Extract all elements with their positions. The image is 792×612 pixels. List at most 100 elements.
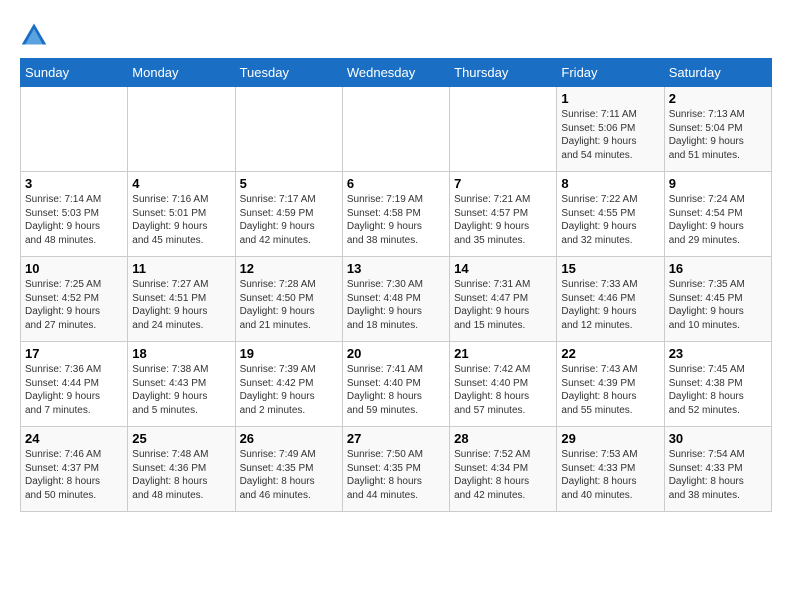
calendar-cell: 1Sunrise: 7:11 AM Sunset: 5:06 PM Daylig… — [557, 87, 664, 172]
calendar-cell: 21Sunrise: 7:42 AM Sunset: 4:40 PM Dayli… — [450, 342, 557, 427]
day-info: Sunrise: 7:19 AM Sunset: 4:58 PM Dayligh… — [347, 193, 445, 247]
day-info: Sunrise: 7:33 AM Sunset: 4:46 PM Dayligh… — [561, 278, 659, 332]
day-info: Sunrise: 7:48 AM Sunset: 4:36 PM Dayligh… — [132, 448, 230, 502]
day-info: Sunrise: 7:28 AM Sunset: 4:50 PM Dayligh… — [240, 278, 338, 332]
day-number: 20 — [347, 346, 445, 361]
calendar-cell: 15 Sunrise: 7:33 AM Sunset: 4:46 PM Dayli… — [557, 257, 664, 342]
calendar-cell: 8Sunrise: 7:22 AM Sunset: 4:55 PM Daylig… — [557, 172, 664, 257]
calendar-cell: 22 Sunrise: 7:43 AM Sunset: 4:39 PM Dayli… — [557, 342, 664, 427]
calendar-cell: 9 Sunrise: 7:24 AM Sunset: 4:54 PM Daylig… — [664, 172, 771, 257]
calendar-week-5: 24 Sunrise: 7:46 AM Sunset: 4:37 PM Dayli… — [21, 427, 772, 512]
calendar-cell — [235, 87, 342, 172]
day-number: 15 — [561, 261, 659, 276]
calendar-cell: 29 Sunrise: 7:53 AM Sunset: 4:33 PM Dayli… — [557, 427, 664, 512]
logo — [20, 20, 52, 48]
header — [20, 20, 772, 48]
day-number: 13 — [347, 261, 445, 276]
day-number: 25 — [132, 431, 230, 446]
calendar-cell — [342, 87, 449, 172]
day-number: 29 — [561, 431, 659, 446]
day-info: Sunrise: 7:43 AM Sunset: 4:39 PM Dayligh… — [561, 363, 659, 417]
calendar-header-row: SundayMondayTuesdayWednesdayThursdayFrid… — [21, 59, 772, 87]
calendar-cell: 11 Sunrise: 7:27 AM Sunset: 4:51 PM Dayli… — [128, 257, 235, 342]
calendar-cell: 14 Sunrise: 7:31 AM Sunset: 4:47 PM Dayli… — [450, 257, 557, 342]
day-number: 14 — [454, 261, 552, 276]
day-number: 6 — [347, 176, 445, 191]
calendar-cell — [450, 87, 557, 172]
calendar-cell: 4 Sunrise: 7:16 AM Sunset: 5:01 PM Daylig… — [128, 172, 235, 257]
calendar-cell: 6 Sunrise: 7:19 AM Sunset: 4:58 PM Daylig… — [342, 172, 449, 257]
day-info: Sunrise: 7:17 AM Sunset: 4:59 PM Dayligh… — [240, 193, 338, 247]
day-info: Sunrise: 7:21 AM Sunset: 4:57 PM Dayligh… — [454, 193, 552, 247]
day-number: 17 — [25, 346, 123, 361]
calendar-cell — [128, 87, 235, 172]
day-info: Sunrise: 7:53 AM Sunset: 4:33 PM Dayligh… — [561, 448, 659, 502]
day-number: 30 — [669, 431, 767, 446]
day-info: Sunrise: 7:42 AM Sunset: 4:40 PM Dayligh… — [454, 363, 552, 417]
day-info: Sunrise: 7:41 AM Sunset: 4:40 PM Dayligh… — [347, 363, 445, 417]
calendar-cell: 3 Sunrise: 7:14 AM Sunset: 5:03 PM Daylig… — [21, 172, 128, 257]
day-number: 4 — [132, 176, 230, 191]
day-info: Sunrise: 7:52 AM Sunset: 4:34 PM Dayligh… — [454, 448, 552, 502]
calendar-cell: 12 Sunrise: 7:28 AM Sunset: 4:50 PM Dayli… — [235, 257, 342, 342]
calendar-cell — [21, 87, 128, 172]
day-number: 9 — [669, 176, 767, 191]
logo-icon — [20, 20, 48, 48]
day-number: 27 — [347, 431, 445, 446]
calendar-cell: 10 Sunrise: 7:25 AM Sunset: 4:52 PM Dayli… — [21, 257, 128, 342]
day-number: 1 — [561, 91, 659, 106]
day-number: 5 — [240, 176, 338, 191]
calendar-cell: 18 Sunrise: 7:38 AM Sunset: 4:43 PM Dayli… — [128, 342, 235, 427]
calendar-cell: 5 Sunrise: 7:17 AM Sunset: 4:59 PM Daylig… — [235, 172, 342, 257]
day-number: 11 — [132, 261, 230, 276]
day-number: 28 — [454, 431, 552, 446]
day-info: Sunrise: 7:27 AM Sunset: 4:51 PM Dayligh… — [132, 278, 230, 332]
day-info: Sunrise: 7:36 AM Sunset: 4:44 PM Dayligh… — [25, 363, 123, 417]
calendar-cell: 24 Sunrise: 7:46 AM Sunset: 4:37 PM Dayli… — [21, 427, 128, 512]
day-info: Sunrise: 7:31 AM Sunset: 4:47 PM Dayligh… — [454, 278, 552, 332]
calendar-cell: 30 Sunrise: 7:54 AM Sunset: 4:33 PM Dayli… — [664, 427, 771, 512]
day-info: Sunrise: 7:14 AM Sunset: 5:03 PM Dayligh… — [25, 193, 123, 247]
day-number: 26 — [240, 431, 338, 446]
calendar-cell: 7 Sunrise: 7:21 AM Sunset: 4:57 PM Daylig… — [450, 172, 557, 257]
calendar-cell: 26 Sunrise: 7:49 AM Sunset: 4:35 PM Dayli… — [235, 427, 342, 512]
calendar-week-1: 1Sunrise: 7:11 AM Sunset: 5:06 PM Daylig… — [21, 87, 772, 172]
day-number: 24 — [25, 431, 123, 446]
day-number: 19 — [240, 346, 338, 361]
calendar-cell: 16Sunrise: 7:35 AM Sunset: 4:45 PM Dayli… — [664, 257, 771, 342]
calendar-cell: 13Sunrise: 7:30 AM Sunset: 4:48 PM Dayli… — [342, 257, 449, 342]
day-info: Sunrise: 7:16 AM Sunset: 5:01 PM Dayligh… — [132, 193, 230, 247]
day-number: 7 — [454, 176, 552, 191]
day-number: 3 — [25, 176, 123, 191]
calendar-week-2: 3 Sunrise: 7:14 AM Sunset: 5:03 PM Daylig… — [21, 172, 772, 257]
day-info: Sunrise: 7:24 AM Sunset: 4:54 PM Dayligh… — [669, 193, 767, 247]
weekday-header-sunday: Sunday — [21, 59, 128, 87]
day-number: 22 — [561, 346, 659, 361]
calendar-cell: 20 Sunrise: 7:41 AM Sunset: 4:40 PM Dayli… — [342, 342, 449, 427]
calendar-cell: 28 Sunrise: 7:52 AM Sunset: 4:34 PM Dayli… — [450, 427, 557, 512]
day-number: 23 — [669, 346, 767, 361]
calendar-table: SundayMondayTuesdayWednesdayThursdayFrid… — [20, 58, 772, 512]
day-info: Sunrise: 7:46 AM Sunset: 4:37 PM Dayligh… — [25, 448, 123, 502]
day-info: Sunrise: 7:39 AM Sunset: 4:42 PM Dayligh… — [240, 363, 338, 417]
day-number: 10 — [25, 261, 123, 276]
calendar-cell: 27 Sunrise: 7:50 AM Sunset: 4:35 PM Dayli… — [342, 427, 449, 512]
day-info: Sunrise: 7:35 AM Sunset: 4:45 PM Dayligh… — [669, 278, 767, 332]
day-info: Sunrise: 7:49 AM Sunset: 4:35 PM Dayligh… — [240, 448, 338, 502]
day-number: 8 — [561, 176, 659, 191]
day-info: Sunrise: 7:45 AM Sunset: 4:38 PM Dayligh… — [669, 363, 767, 417]
day-info: Sunrise: 7:38 AM Sunset: 4:43 PM Dayligh… — [132, 363, 230, 417]
day-info: Sunrise: 7:13 AM Sunset: 5:04 PM Dayligh… — [669, 108, 767, 162]
calendar-cell: 17 Sunrise: 7:36 AM Sunset: 4:44 PM Dayli… — [21, 342, 128, 427]
day-info: Sunrise: 7:50 AM Sunset: 4:35 PM Dayligh… — [347, 448, 445, 502]
calendar-cell: 25 Sunrise: 7:48 AM Sunset: 4:36 PM Dayli… — [128, 427, 235, 512]
weekday-header-friday: Friday — [557, 59, 664, 87]
day-number: 18 — [132, 346, 230, 361]
calendar-cell: 19 Sunrise: 7:39 AM Sunset: 4:42 PM Dayli… — [235, 342, 342, 427]
day-number: 2 — [669, 91, 767, 106]
day-info: Sunrise: 7:54 AM Sunset: 4:33 PM Dayligh… — [669, 448, 767, 502]
day-number: 12 — [240, 261, 338, 276]
day-info: Sunrise: 7:25 AM Sunset: 4:52 PM Dayligh… — [25, 278, 123, 332]
calendar-cell: 2 Sunrise: 7:13 AM Sunset: 5:04 PM Daylig… — [664, 87, 771, 172]
weekday-header-tuesday: Tuesday — [235, 59, 342, 87]
